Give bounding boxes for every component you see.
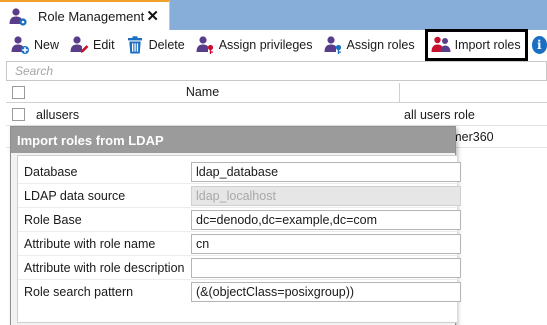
- row-checkbox[interactable]: [12, 108, 25, 121]
- toolbar: New Edit Delete Assign privileges Assign…: [0, 29, 547, 61]
- table-header: Name: [6, 83, 547, 103]
- new-button[interactable]: New: [10, 32, 59, 58]
- new-label: New: [34, 38, 60, 52]
- field-label: Role Base: [24, 213, 82, 227]
- trash-icon: [127, 36, 142, 54]
- edit-role-icon: [70, 36, 89, 53]
- assign-privileges-button[interactable]: Assign privileges: [195, 32, 313, 58]
- field-role-base: Role Base: [18, 208, 461, 232]
- role-name-cell: allusers: [36, 108, 80, 122]
- tab-title: Role Management: [38, 9, 145, 24]
- role-description-cell: all users role: [404, 108, 475, 122]
- column-divider[interactable]: [399, 83, 400, 103]
- field-label: LDAP data source: [24, 189, 126, 203]
- field-attribute-role-name: Attribute with role name: [18, 232, 461, 256]
- assign-roles-button[interactable]: Assign roles: [323, 32, 415, 58]
- ldap-data-source-input: [191, 186, 461, 206]
- tab-strip: Role Management ✕: [0, 0, 547, 31]
- table-row[interactable]: allusers all users role: [6, 104, 547, 126]
- column-header-name[interactable]: Name: [6, 85, 399, 99]
- new-role-icon: [11, 36, 29, 54]
- tab-role-management[interactable]: Role Management ✕: [0, 0, 170, 31]
- edit-button[interactable]: Edit: [69, 32, 115, 58]
- field-label: Attribute with role name: [24, 237, 156, 251]
- import-roles-label: Import roles: [454, 38, 521, 52]
- assign-roles-label: Assign roles: [346, 38, 415, 52]
- delete-button[interactable]: Delete: [125, 32, 185, 58]
- close-icon[interactable]: ✕: [146, 7, 159, 25]
- role-management-icon: [9, 7, 27, 26]
- delete-label: Delete: [148, 38, 185, 52]
- assign-privileges-label: Assign privileges: [218, 38, 313, 52]
- dialog-form: Database LDAP data source Role Base Attr…: [17, 155, 461, 323]
- field-attribute-role-description: Attribute with role description: [18, 256, 461, 280]
- assign-privileges-icon: [196, 36, 213, 54]
- database-input[interactable]: [191, 162, 461, 182]
- import-roles-icon: [431, 36, 451, 52]
- search-input[interactable]: [15, 64, 546, 78]
- field-label: Database: [24, 165, 78, 179]
- field-label: Role search pattern: [24, 285, 134, 299]
- assign-roles-icon: [324, 36, 341, 54]
- attribute-role-description-input[interactable]: [191, 258, 461, 278]
- search-box: [6, 61, 547, 81]
- import-roles-dialog: Import roles from LDAP Database LDAP dat…: [10, 126, 461, 325]
- field-ldap-data-source: LDAP data source: [18, 184, 461, 208]
- field-role-search-pattern: Role search pattern: [18, 280, 461, 304]
- info-icon[interactable]: i: [531, 36, 547, 54]
- edit-label: Edit: [93, 38, 115, 52]
- import-roles-button[interactable]: Import roles: [424, 29, 528, 61]
- dialog-title[interactable]: Import roles from LDAP: [11, 127, 455, 153]
- attribute-role-name-input[interactable]: [191, 234, 461, 254]
- field-label: Attribute with role description: [24, 261, 185, 275]
- role-search-pattern-input[interactable]: [191, 282, 461, 302]
- role-base-input[interactable]: [191, 210, 461, 230]
- field-database: Database: [18, 160, 461, 184]
